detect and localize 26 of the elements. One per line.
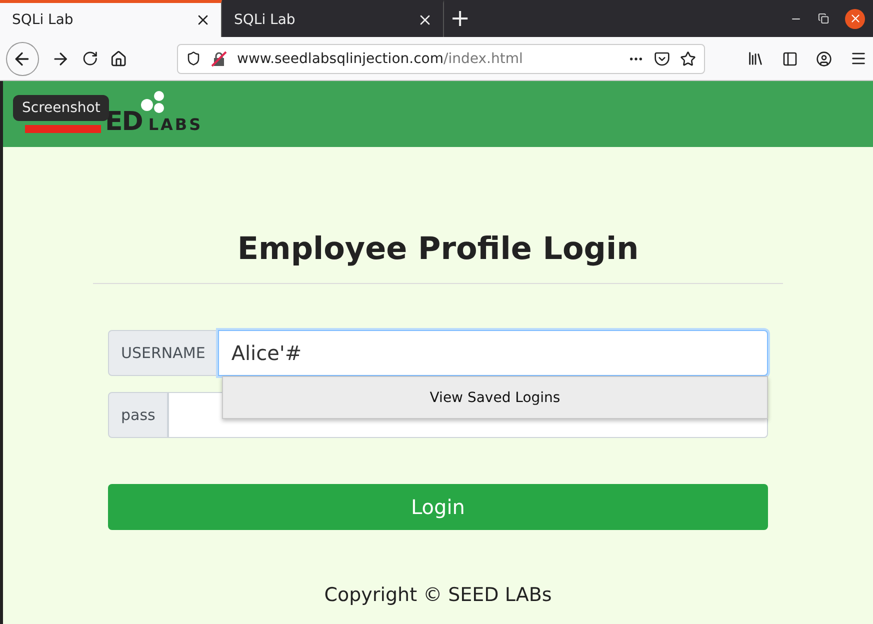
- back-button[interactable]: [6, 42, 39, 76]
- restore-icon[interactable]: [818, 13, 829, 24]
- sidebar-icon[interactable]: [782, 50, 798, 66]
- copyright-text: Copyright © SEED LABs: [324, 584, 552, 606]
- bookmark-star-icon[interactable]: [680, 50, 696, 66]
- field-label: USERNAME: [108, 330, 218, 376]
- input-field[interactable]: Alice'#: [218, 330, 768, 376]
- logo-subtext: LABS: [148, 117, 203, 133]
- insecure-lock-icon[interactable]: [211, 50, 227, 66]
- browser-tab[interactable]: SQLi Lab: [0, 0, 222, 37]
- autocomplete-menu[interactable]: View Saved Logins: [222, 376, 768, 419]
- home-icon[interactable]: [110, 50, 127, 68]
- new-tab-button[interactable]: +: [444, 0, 476, 37]
- close-icon: [848, 12, 862, 25]
- gears-icon: [140, 91, 164, 113]
- address-bar[interactable]: www.seedlabsqlinjection.com/index.html: [177, 44, 705, 74]
- field-label: pass: [108, 392, 168, 438]
- reload-icon[interactable]: [82, 50, 98, 67]
- pocket-icon[interactable]: [654, 50, 670, 66]
- shield-icon[interactable]: [186, 51, 201, 66]
- page-title: Employee Profile Login: [237, 231, 639, 267]
- account-icon[interactable]: [816, 50, 832, 66]
- url-text: www.seedlabsqlinjection.com/index.html: [237, 50, 524, 66]
- library-icon[interactable]: [747, 50, 764, 67]
- close-window-button[interactable]: [845, 8, 865, 28]
- menu-icon[interactable]: [850, 50, 867, 67]
